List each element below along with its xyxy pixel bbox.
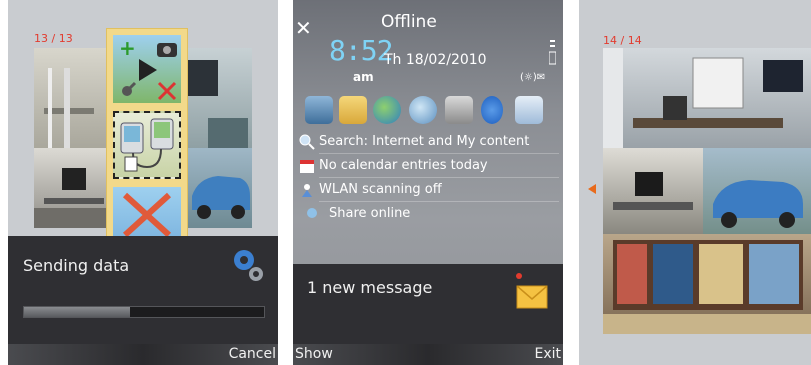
gears-icon <box>234 250 263 281</box>
message-count-label: 1 new message <box>307 278 433 297</box>
gallery-collage-screen: 14 / 14 <box>579 0 811 365</box>
wlan-row-label: WLAN scanning off <box>319 182 442 197</box>
calendar-icon <box>300 160 314 173</box>
calendar-row[interactable]: No calendar entries today <box>293 156 563 178</box>
profile-name[interactable]: Offline <box>381 12 437 32</box>
media-edit-icon: + <box>119 36 177 101</box>
sending-progress-bar <box>23 306 265 318</box>
envelope-icon <box>516 273 548 309</box>
delete-button[interactable] <box>113 187 181 239</box>
photo-thumbnail[interactable] <box>188 48 252 148</box>
softkey-bar: Cancel <box>8 344 278 365</box>
contacts-shortcut-icon[interactable] <box>305 96 333 124</box>
home-screen: ✕ Offline 8:52 am Th 18/02/2010 (☼)✉ Sea… <box>293 0 563 365</box>
calculator-shortcut-icon[interactable] <box>445 96 473 124</box>
close-icon[interactable]: ✕ <box>295 16 312 40</box>
status-icons: (☼)✉ <box>520 72 546 83</box>
share-row-label: Share online <box>329 206 411 221</box>
progress-fill <box>24 307 130 317</box>
photo-thumbnail[interactable] <box>188 148 252 228</box>
previous-arrow-icon[interactable] <box>588 184 596 194</box>
softkey-bar: Show Exit <box>293 344 563 365</box>
messaging-shortcut-icon[interactable] <box>339 96 367 124</box>
photo-thumbnail[interactable] <box>34 148 110 228</box>
clock-time[interactable]: 8:52 <box>329 34 393 67</box>
shortcut-bar <box>305 96 555 128</box>
delete-icon <box>122 192 172 238</box>
photo-thumbnail[interactable] <box>703 148 811 234</box>
exit-softkey[interactable]: Exit <box>534 346 561 362</box>
clock-shortcut-icon[interactable] <box>409 96 437 124</box>
edit-media-button[interactable]: + <box>113 35 181 103</box>
send-connect-icon <box>120 118 174 172</box>
photo-thumbnail[interactable] <box>603 234 811 334</box>
svg-text:+: + <box>119 36 136 60</box>
cancel-softkey[interactable]: Cancel <box>229 346 276 362</box>
search-icon <box>299 134 315 150</box>
camera-shortcut-icon[interactable] <box>515 96 543 124</box>
new-message-notification[interactable]: 1 new message <box>293 264 563 346</box>
date-label: Th 18/02/2010 <box>384 52 487 68</box>
wlan-icon <box>302 184 312 197</box>
web-shortcut-icon[interactable] <box>373 96 401 124</box>
image-counter: 13 / 13 <box>34 32 73 45</box>
clock-ampm: am <box>353 70 374 84</box>
send-button[interactable] <box>113 111 181 179</box>
gallery-toolbar: + <box>106 28 188 240</box>
share-online-row[interactable]: Share online <box>293 204 563 226</box>
dialog-title: Sending data <box>23 256 130 275</box>
photo-thumbnail[interactable] <box>34 48 110 148</box>
wlan-row[interactable]: WLAN scanning off <box>293 180 563 202</box>
search-row[interactable]: Search: Internet and My content <box>293 132 563 154</box>
sending-dialog: Sending data <box>8 236 278 344</box>
calendar-row-label: No calendar entries today <box>319 158 488 173</box>
search-row-label: Search: Internet and My content <box>319 134 530 149</box>
show-softkey[interactable]: Show <box>295 346 333 362</box>
image-counter: 14 / 14 <box>603 34 642 47</box>
bluetooth-shortcut-icon[interactable] <box>481 96 503 124</box>
share-icon <box>307 208 317 218</box>
gallery-send-screen: 13 / 13 + Sending data Cancel <box>8 0 278 365</box>
photo-thumbnail[interactable] <box>603 148 703 234</box>
battery-icon <box>549 40 556 65</box>
photo-thumbnail[interactable] <box>603 48 811 148</box>
